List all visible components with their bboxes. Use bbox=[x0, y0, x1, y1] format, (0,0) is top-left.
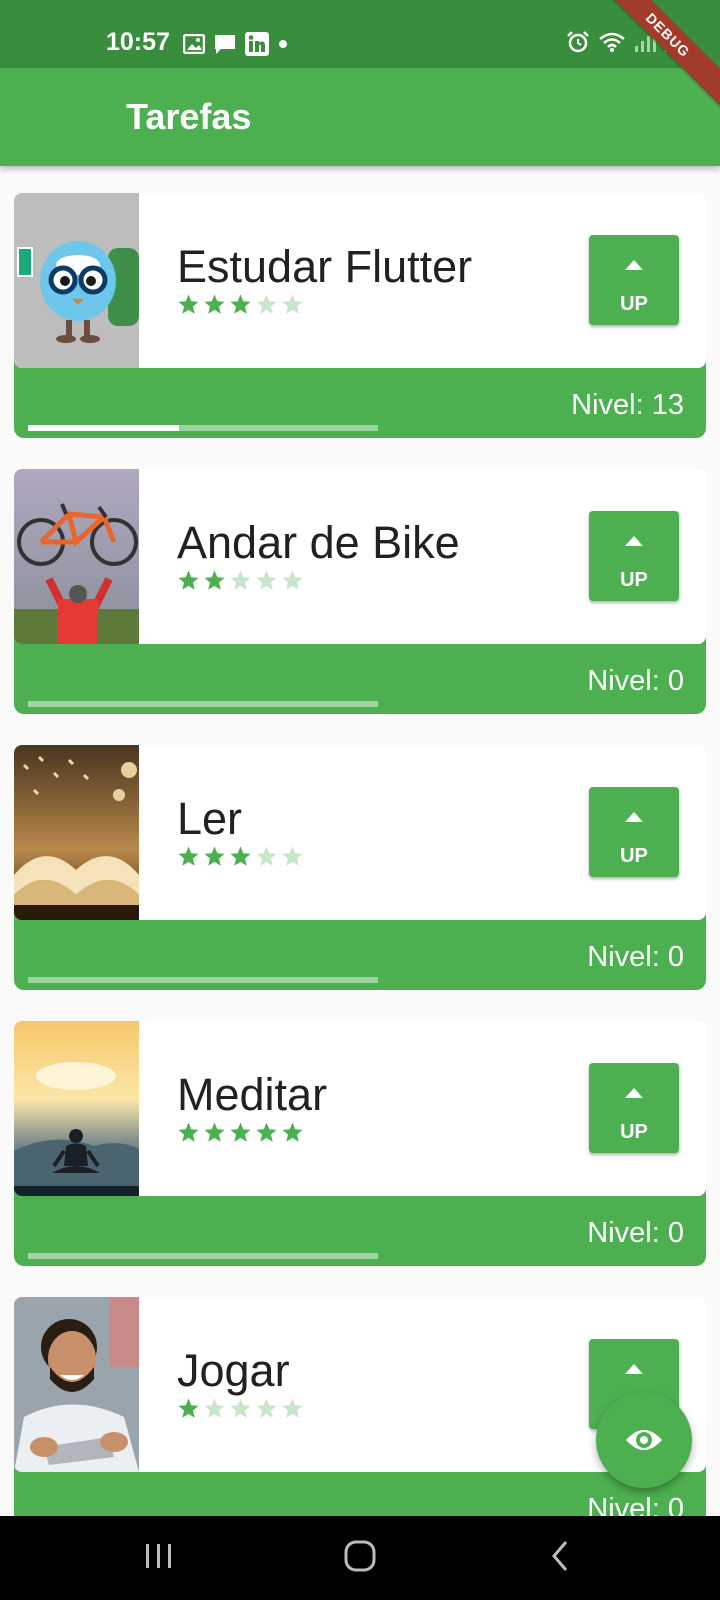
task-title: Andar de Bike bbox=[177, 517, 460, 568]
task-content: Estudar Flutter UP bbox=[14, 193, 706, 368]
star-icon bbox=[178, 1122, 199, 1142]
arrow-up-icon bbox=[625, 260, 643, 270]
level-text: Nivel: 0 bbox=[587, 665, 684, 697]
difficulty-stars bbox=[177, 1397, 304, 1420]
message-icon bbox=[215, 35, 235, 54]
progress-bar bbox=[28, 977, 378, 983]
star-icon bbox=[204, 1398, 225, 1418]
star-icon bbox=[256, 570, 277, 590]
star-icon bbox=[256, 1398, 277, 1418]
task-title: Estudar Flutter bbox=[177, 241, 473, 292]
eye-icon bbox=[626, 1430, 662, 1450]
star-icon bbox=[230, 1122, 251, 1142]
arrow-up-icon bbox=[625, 812, 643, 822]
linkedin-icon bbox=[245, 32, 269, 56]
star-icon bbox=[204, 294, 225, 314]
gallery-icon bbox=[183, 34, 205, 54]
up-button-label: UP bbox=[620, 569, 648, 591]
star-icon bbox=[204, 846, 225, 866]
star-icon bbox=[282, 570, 303, 590]
task-list[interactable]: Nivel: 13 Estudar Flutter UP Nivel: 0 An… bbox=[0, 166, 720, 1516]
up-button[interactable]: UP bbox=[589, 511, 679, 601]
task-card: Nivel: 0 Ler UP bbox=[14, 745, 706, 990]
task-title: Jogar bbox=[177, 1345, 290, 1396]
level-text: Nivel: 0 bbox=[587, 1217, 684, 1249]
star-icon bbox=[178, 294, 199, 314]
progress-bar bbox=[28, 701, 378, 707]
task-image bbox=[14, 193, 139, 368]
up-button-label: UP bbox=[620, 845, 648, 867]
star-icon bbox=[230, 1398, 251, 1418]
star-icon bbox=[178, 570, 199, 590]
star-icon bbox=[230, 294, 251, 314]
task-image bbox=[14, 1297, 139, 1472]
up-button[interactable]: UP bbox=[589, 787, 679, 877]
star-icon bbox=[178, 1398, 199, 1418]
task-title: Ler bbox=[177, 793, 243, 844]
task-card: Nivel: 13 Estudar Flutter UP bbox=[14, 193, 706, 438]
star-icon bbox=[282, 1122, 303, 1142]
star-icon bbox=[256, 846, 277, 866]
app-bar: Tarefas bbox=[0, 68, 720, 166]
difficulty-stars bbox=[177, 569, 304, 592]
task-title: Meditar bbox=[177, 1069, 328, 1120]
star-icon bbox=[256, 1122, 277, 1142]
level-text: Nivel: 13 bbox=[571, 389, 684, 421]
alarm-icon bbox=[567, 31, 589, 53]
progress-bar bbox=[28, 1253, 378, 1259]
toggle-visibility-fab[interactable] bbox=[596, 1392, 692, 1488]
star-icon bbox=[204, 570, 225, 590]
difficulty-stars bbox=[177, 845, 304, 868]
progress-bar bbox=[28, 425, 378, 431]
task-image bbox=[14, 1021, 139, 1196]
up-button[interactable]: UP bbox=[589, 1063, 679, 1153]
task-image bbox=[14, 469, 139, 644]
task-content: Ler UP bbox=[14, 745, 706, 920]
dot-icon bbox=[279, 40, 287, 48]
star-icon bbox=[282, 846, 303, 866]
status-time: 10:57 bbox=[106, 28, 170, 56]
status-bar: 10:57 bbox=[0, 0, 720, 68]
task-card: Nivel: 0 Meditar UP bbox=[14, 1021, 706, 1266]
level-text: Nivel: 0 bbox=[587, 1493, 684, 1516]
arrow-up-icon bbox=[625, 1088, 643, 1098]
up-button-label: UP bbox=[620, 293, 648, 315]
system-nav-bar bbox=[0, 1516, 720, 1600]
star-icon bbox=[282, 294, 303, 314]
arrow-up-icon bbox=[625, 1364, 643, 1374]
recent-apps-icon[interactable] bbox=[144, 1538, 174, 1574]
task-content: Andar de Bike UP bbox=[14, 469, 706, 644]
star-icon bbox=[230, 570, 251, 590]
back-icon[interactable] bbox=[548, 1538, 572, 1574]
wifi-icon bbox=[599, 32, 625, 52]
page-title: Tarefas bbox=[126, 96, 252, 137]
task-card: Nivel: 0 Jogar UP bbox=[14, 1297, 706, 1516]
difficulty-stars bbox=[177, 293, 304, 316]
notification-icons bbox=[183, 32, 289, 56]
arrow-up-icon bbox=[625, 536, 643, 546]
progress-fill bbox=[28, 425, 179, 431]
difficulty-stars bbox=[177, 1121, 304, 1144]
star-icon bbox=[282, 1398, 303, 1418]
up-button-label: UP bbox=[620, 1121, 648, 1143]
star-icon bbox=[178, 846, 199, 866]
star-icon bbox=[230, 846, 251, 866]
task-content: Meditar UP bbox=[14, 1021, 706, 1196]
home-icon[interactable] bbox=[342, 1538, 378, 1574]
task-card: Nivel: 0 Andar de Bike UP bbox=[14, 469, 706, 714]
up-button[interactable]: UP bbox=[589, 235, 679, 325]
star-icon bbox=[204, 1122, 225, 1142]
task-image bbox=[14, 745, 139, 920]
star-icon bbox=[256, 294, 277, 314]
level-text: Nivel: 0 bbox=[587, 941, 684, 973]
